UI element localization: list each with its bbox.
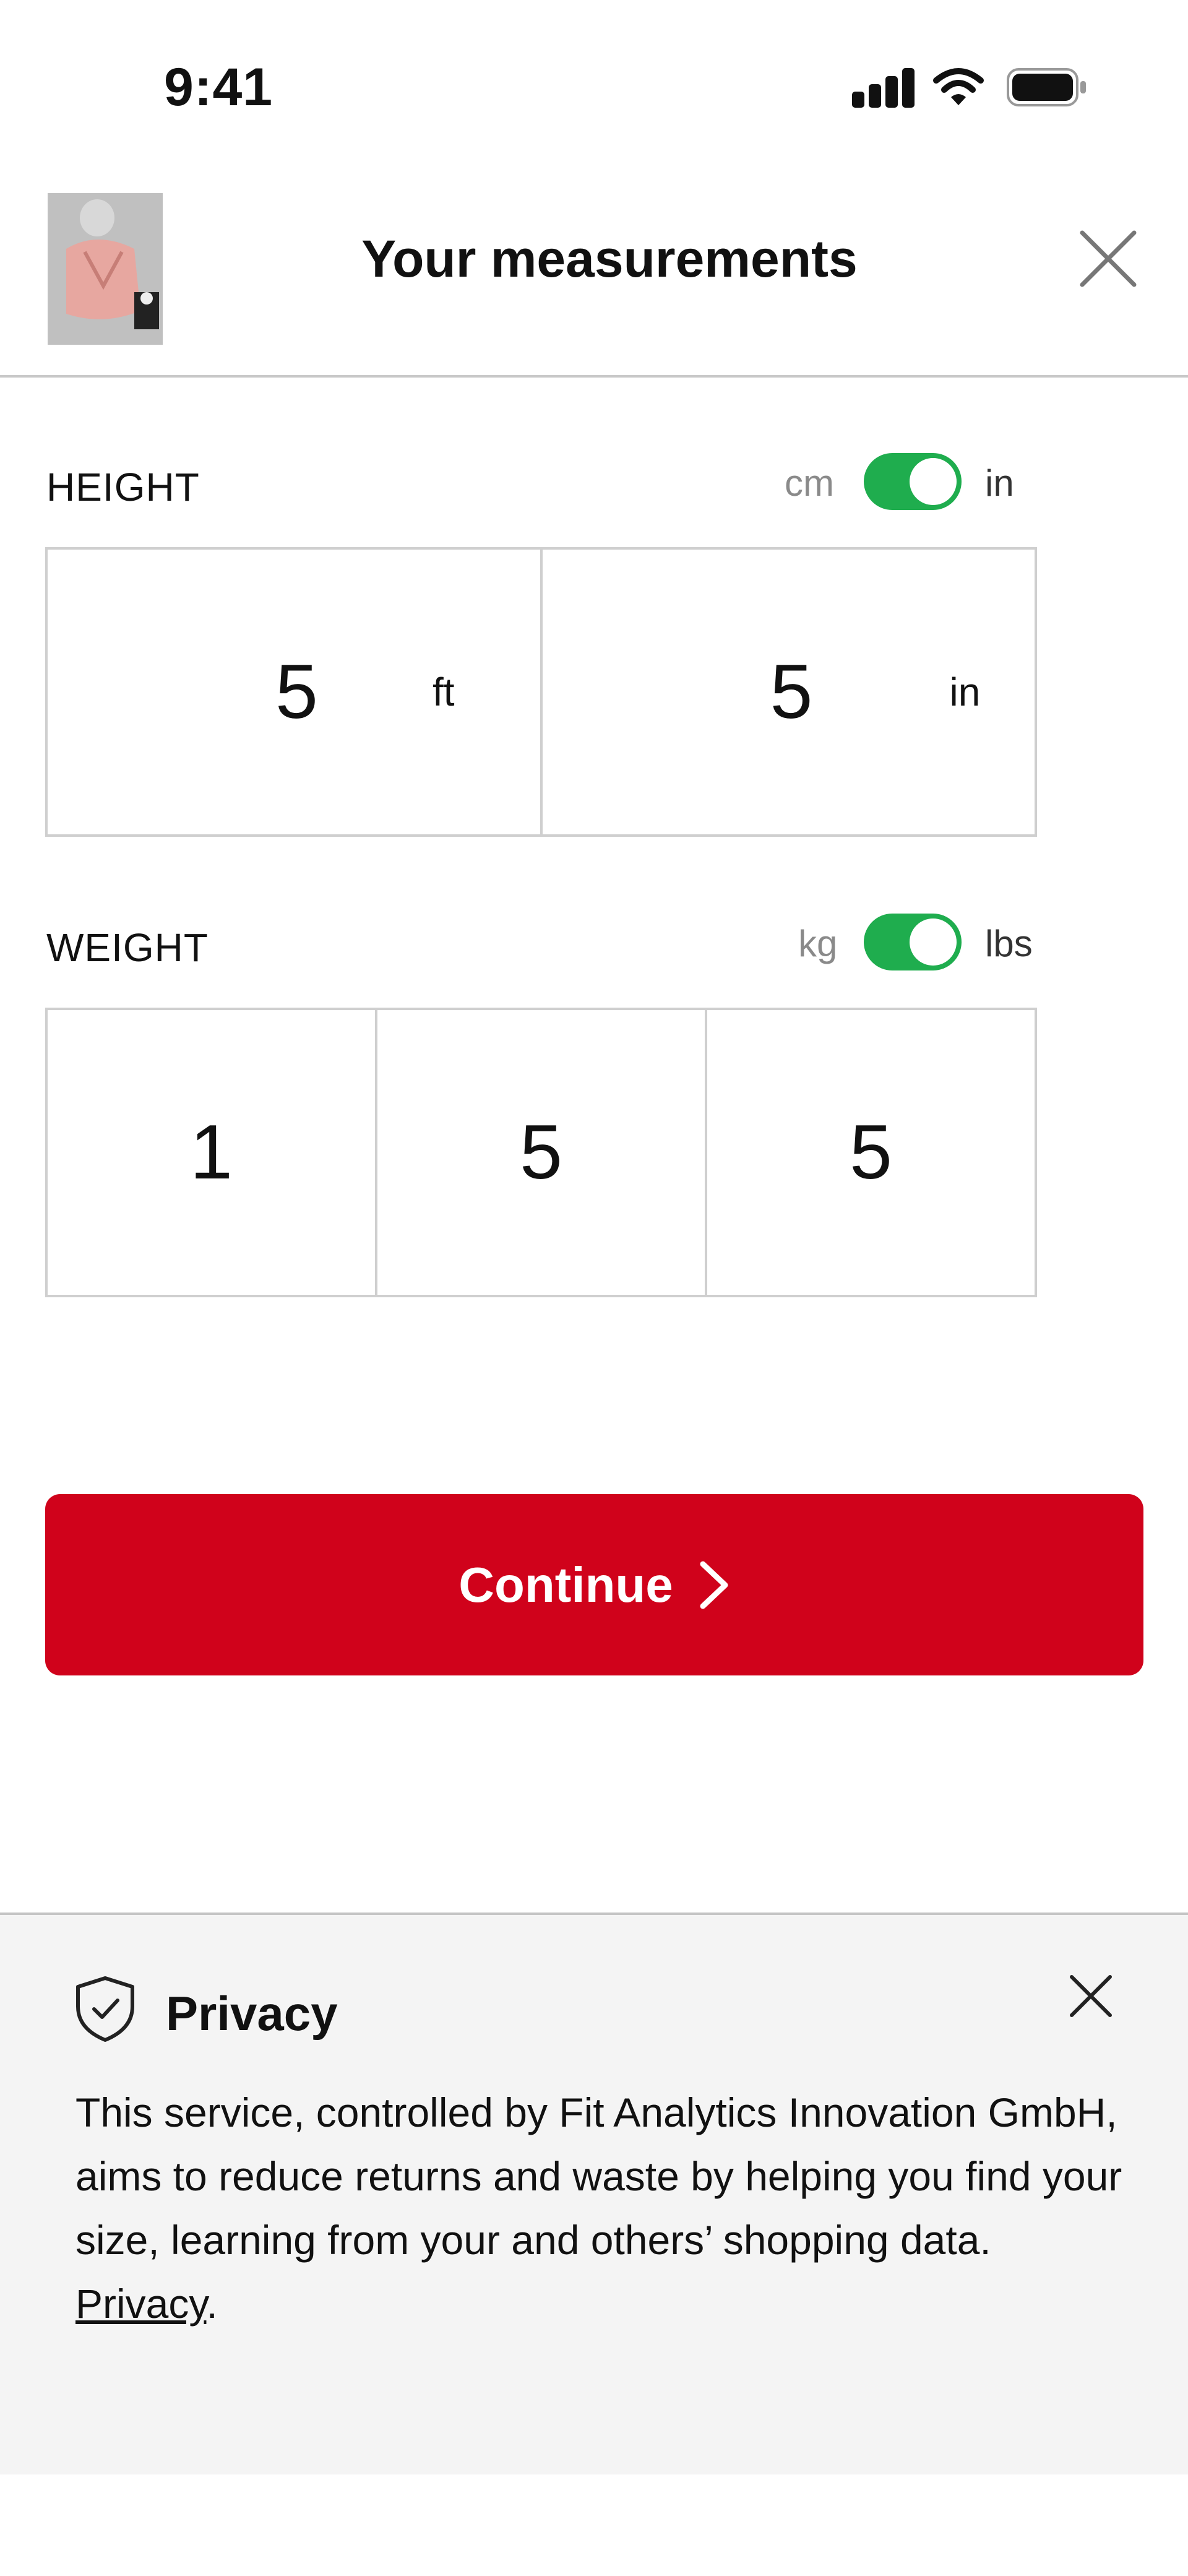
- weight-digit-field[interactable]: 5: [707, 1010, 1035, 1295]
- weight-inputs: 1 5 5: [45, 1008, 1037, 1297]
- privacy-link[interactable]: Privacy: [75, 2281, 206, 2327]
- height-feet-field[interactable]: 5 ft: [48, 550, 543, 834]
- battery-icon: [1007, 68, 1086, 106]
- cellular-signal-icon: [852, 68, 915, 108]
- height-unit-in: in: [985, 462, 1014, 504]
- height-unit-cm: cm: [785, 462, 834, 504]
- weight-digit-value: 5: [850, 1110, 892, 1195]
- toggle-knob: [910, 458, 957, 505]
- close-icon[interactable]: [1078, 229, 1138, 288]
- chevron-right-icon: [700, 1561, 728, 1609]
- height-inches-value: 5: [770, 649, 813, 735]
- privacy-trailing: .: [206, 2281, 218, 2327]
- weight-digit-value: 1: [190, 1110, 233, 1195]
- continue-button-label: Continue: [458, 1557, 673, 1612]
- height-feet-value: 5: [275, 649, 318, 735]
- height-inches-field[interactable]: 5 in: [543, 550, 1035, 834]
- height-inputs: 5 ft 5 in: [45, 547, 1037, 837]
- height-feet-unit: ft: [433, 670, 455, 714]
- height-label: HEIGHT: [46, 465, 200, 509]
- height-unit-toggle[interactable]: [864, 453, 962, 510]
- shield-check-icon: [76, 1976, 134, 2042]
- continue-button[interactable]: Continue: [45, 1494, 1143, 1675]
- height-inches-unit: in: [949, 670, 981, 714]
- header-divider: [0, 375, 1188, 378]
- page-title: Your measurements: [361, 230, 858, 288]
- weight-unit-toggle[interactable]: [864, 914, 962, 970]
- privacy-text: This service, controlled by Fit Analytic…: [75, 2090, 1122, 2263]
- privacy-title: Privacy: [166, 1986, 338, 2041]
- wifi-icon: [933, 68, 984, 105]
- privacy-description: This service, controlled by Fit Analytic…: [75, 2081, 1127, 2336]
- close-icon[interactable]: [1063, 1968, 1119, 2024]
- weight-unit-kg: kg: [798, 923, 838, 964]
- weight-digit-field[interactable]: 5: [377, 1010, 707, 1295]
- weight-digit-value: 5: [520, 1110, 562, 1195]
- weight-label: WEIGHT: [46, 925, 209, 970]
- weight-unit-lbs: lbs: [985, 923, 1033, 964]
- status-time: 9:41: [164, 58, 273, 117]
- toggle-knob: [910, 918, 957, 966]
- weight-digit-field[interactable]: 1: [48, 1010, 377, 1295]
